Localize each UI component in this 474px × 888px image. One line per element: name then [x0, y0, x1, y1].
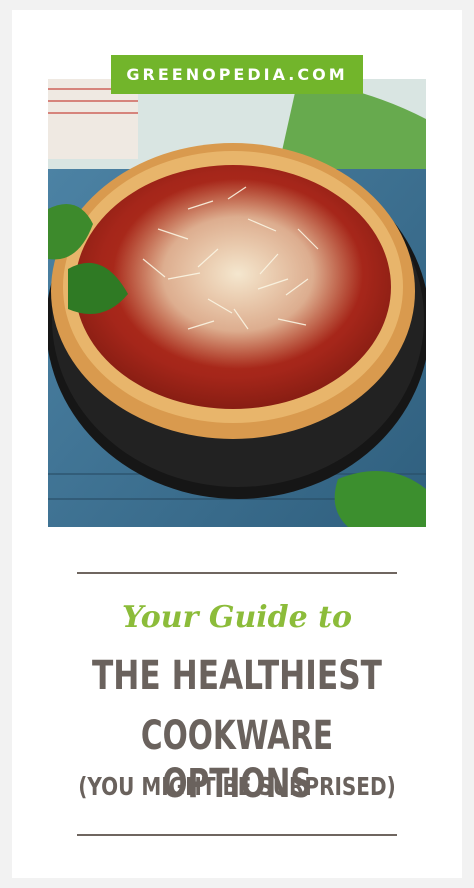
hero-photo	[48, 79, 426, 527]
headline-line-1: THE HEALTHIEST	[92, 653, 382, 699]
brand-banner[interactable]: GREENOPEDIA.COM	[111, 55, 363, 94]
pizza-illustration	[48, 79, 426, 527]
divider-bottom	[77, 834, 397, 836]
headline-line-3: (YOU MIGHT BE SURPRISED)	[78, 772, 396, 801]
subtitle: Your Guide to	[121, 600, 353, 635]
brand-label: GREENOPEDIA.COM	[126, 65, 348, 84]
divider-top	[77, 572, 397, 574]
